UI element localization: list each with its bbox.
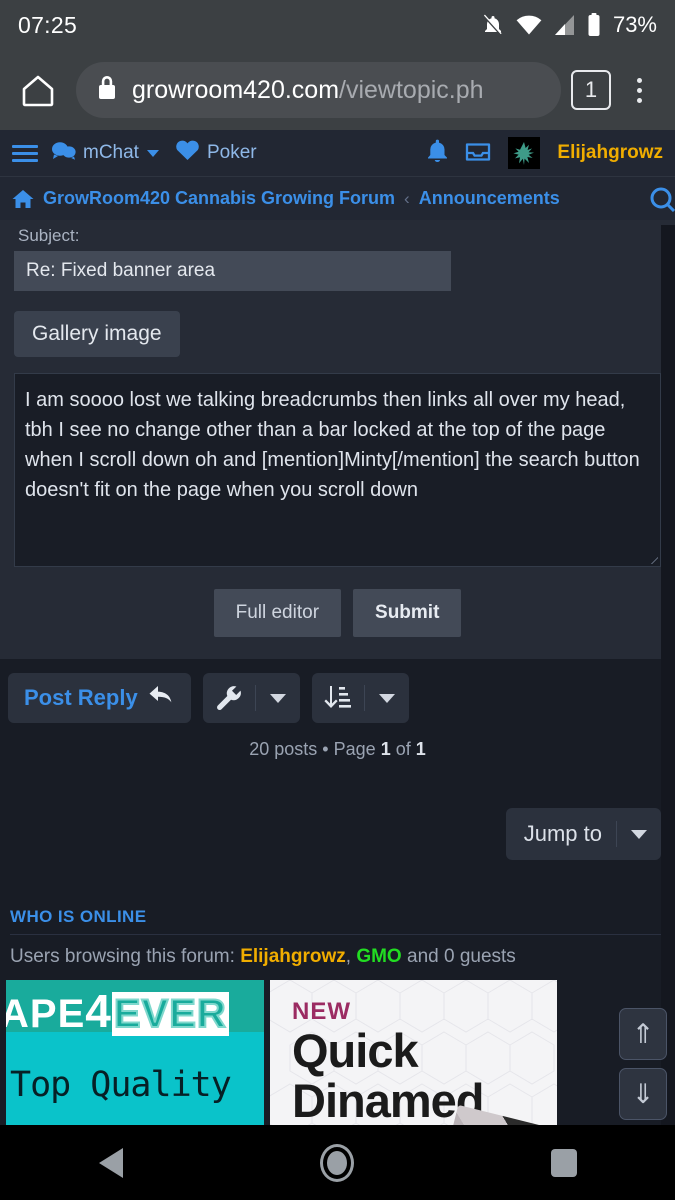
android-nav-bar: [0, 1125, 675, 1200]
heart-icon: [175, 139, 200, 167]
notifications-off-icon: [481, 13, 505, 37]
ad2-line2: Dinamed: [292, 1074, 485, 1127]
bullet-separator: •: [322, 739, 329, 759]
tab-switcher-button[interactable]: 1: [571, 70, 611, 110]
ad1-wordmark-boxed: EVER: [111, 991, 229, 1037]
online-user-2[interactable]: GMO: [356, 946, 401, 967]
breadcrumb-current-link[interactable]: Announcements: [419, 188, 560, 209]
who-is-online-section: WHO IS ONLINE Users browsing this forum:…: [0, 907, 675, 968]
ad2-tag: NEW: [292, 998, 351, 1025]
kebab-menu-icon[interactable]: [617, 66, 661, 114]
status-icons: 73%: [481, 12, 657, 38]
home-circle-icon[interactable]: [319, 1143, 354, 1182]
hamburger-icon[interactable]: [12, 144, 38, 162]
tools-dropdown[interactable]: [202, 673, 300, 723]
chevron-down-icon[interactable]: [617, 808, 661, 860]
lock-icon: [98, 75, 116, 105]
guests-suffix: and 0 guests: [407, 946, 516, 967]
android-status-bar: 07:25 73%: [0, 0, 675, 50]
search-icon[interactable]: [647, 186, 675, 217]
gallery-image-button[interactable]: Gallery image: [14, 311, 180, 357]
ad1-wordmark-num: 4: [85, 985, 112, 1037]
scroll-to-top-icon[interactable]: ⇑: [619, 1008, 667, 1060]
page-of: of: [395, 739, 411, 759]
post-reply-label: Post Reply: [24, 685, 138, 710]
sort-descending-icon[interactable]: [312, 673, 364, 723]
address-bar[interactable]: growroom420.com/viewtopic.ph: [76, 62, 561, 118]
scroll-to-bottom-icon[interactable]: ⇓: [619, 1068, 667, 1120]
reply-arrow-icon: [149, 684, 175, 712]
jump-to-label: Jump to: [523, 821, 602, 846]
inbox-icon[interactable]: [465, 140, 491, 167]
topic-actions-toolbar: Post Reply: [0, 659, 675, 723]
jump-to-dropdown[interactable]: Jump to: [505, 808, 661, 860]
url-domain: growroom420.com: [132, 75, 340, 104]
ad1-line1: Top Quality: [10, 1065, 232, 1105]
ad1-wordmark-prefix: APE: [6, 992, 86, 1036]
recents-square-icon[interactable]: [550, 1148, 577, 1177]
forum-nav-right: Elijahgrowz: [427, 137, 663, 169]
wrench-icon[interactable]: [203, 673, 255, 723]
subject-input[interactable]: Re: Fixed banner area: [14, 251, 451, 291]
online-user-1[interactable]: Elijahgrowz: [240, 946, 346, 967]
wifi-icon: [516, 14, 542, 36]
home-icon[interactable]: [14, 66, 62, 114]
battery-icon: [587, 13, 601, 37]
chevron-down-icon[interactable]: [256, 673, 300, 723]
quick-reply-form: Subject: Re: Fixed banner area Gallery i…: [0, 220, 675, 659]
user-avatar[interactable]: [508, 137, 541, 169]
post-count: 20 posts: [249, 739, 318, 759]
nav-username[interactable]: Elijahgrowz: [557, 142, 663, 164]
post-reply-button[interactable]: Post Reply: [8, 673, 191, 723]
forum-nav-bar: mChat Poker Elijahgrowz: [0, 130, 675, 177]
breadcrumb-separator: ‹: [404, 188, 410, 208]
message-textarea[interactable]: I am soooo lost we talking breadcrumbs t…: [14, 373, 661, 567]
chevron-down-icon[interactable]: [365, 673, 409, 723]
page-total: 1: [415, 739, 426, 759]
scroll-buttons: ⇑ ⇓: [619, 1008, 667, 1120]
post-reply-target[interactable]: Post Reply: [8, 673, 191, 723]
pagination-info: 20 posts • Page 1 of 1: [0, 739, 675, 760]
nav-item-poker[interactable]: Poker: [175, 139, 257, 167]
form-buttons: Full editor Submit: [14, 589, 661, 637]
phone-screen: 07:25 73% growroom420.com/viewtopic.ph 1…: [0, 0, 675, 1200]
page-label: Page: [333, 739, 376, 759]
nav-item-mchat-label: mChat: [83, 142, 139, 163]
jump-to-wrapper: Jump to: [0, 808, 675, 860]
back-triangle-icon[interactable]: [98, 1147, 123, 1178]
status-clock: 07:25: [18, 11, 78, 38]
breadcrumb-root-link[interactable]: GrowRoom420 Cannabis Growing Forum: [43, 188, 395, 209]
ad2-line1: Quick: [292, 1024, 419, 1077]
battery-percent: 73%: [612, 12, 657, 37]
online-comma: ,: [345, 946, 352, 967]
vape4ever-wordmark: APE4EVER: [6, 980, 264, 1037]
nav-item-poker-label: Poker: [206, 142, 257, 163]
home-icon[interactable]: [12, 189, 34, 209]
breadcrumb: GrowRoom420 Cannabis Growing Forum ‹ Ann…: [0, 177, 675, 220]
who-is-online-body: Users browsing this forum: Elijahgrowz, …: [10, 935, 665, 968]
cell-signal-icon: [553, 14, 576, 36]
page-current: 1: [380, 739, 391, 759]
submit-button[interactable]: Submit: [353, 589, 462, 637]
browser-toolbar: growroom420.com/viewtopic.ph 1: [0, 50, 675, 130]
nav-item-mchat[interactable]: mChat: [52, 141, 159, 166]
subject-label: Subject:: [18, 226, 80, 245]
who-is-online-title: WHO IS ONLINE: [10, 907, 665, 935]
address-bar-text: growroom420.com/viewtopic.ph: [132, 76, 484, 105]
chat-bubbles-icon: [52, 141, 76, 166]
url-path: /viewtopic.ph: [339, 75, 484, 104]
browsing-prefix: Users browsing this forum:: [10, 946, 235, 967]
sort-dropdown[interactable]: [311, 673, 409, 723]
page-scrollbar[interactable]: [661, 225, 675, 1125]
full-editor-button[interactable]: Full editor: [213, 589, 342, 637]
bell-icon[interactable]: [427, 139, 448, 168]
chevron-down-icon: [146, 149, 159, 157]
